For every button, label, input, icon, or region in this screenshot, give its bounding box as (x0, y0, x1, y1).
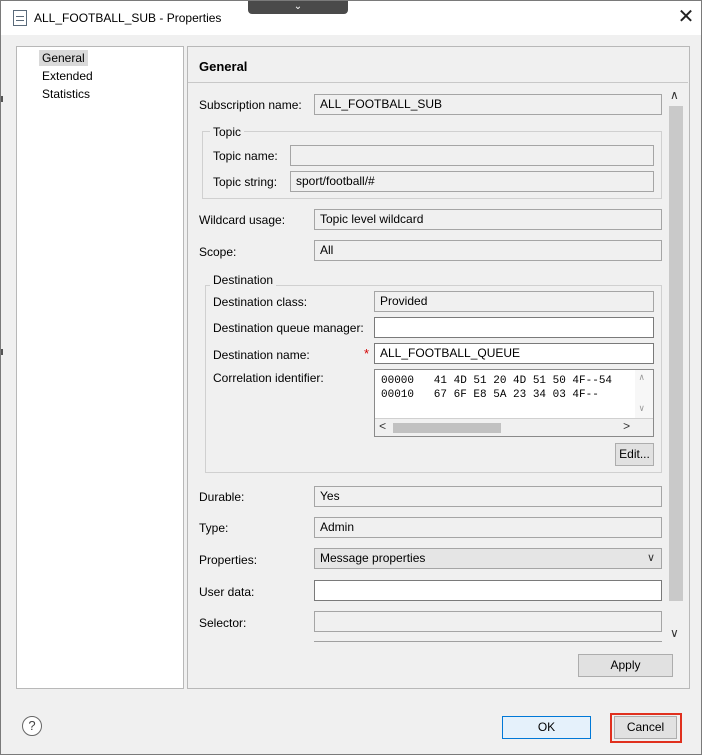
wildcard-usage-field[interactable]: Topic level wildcard (314, 209, 662, 230)
cancel-highlight-box (610, 713, 682, 743)
subscription-name-label: Subscription name: (199, 98, 302, 112)
user-data-label: User data: (199, 585, 255, 599)
content-bottom-divider (314, 641, 662, 642)
general-page: General Subscription name: ALL_FOOTBALL_… (187, 46, 690, 689)
left-edge-mark (1, 349, 3, 355)
selector-field[interactable] (314, 611, 662, 632)
hex-horizontal-scrollbar[interactable]: < > (375, 418, 653, 436)
destination-class-field[interactable]: Provided (374, 291, 654, 312)
type-label: Type: (199, 521, 229, 535)
title-divider (188, 82, 688, 83)
scroll-up-icon[interactable]: ∧ (670, 88, 679, 102)
hex-line: 00010 67 6F E8 5A 23 34 03 4F-- (381, 389, 599, 401)
scroll-down-icon[interactable]: ∨ (670, 626, 679, 640)
properties-label: Properties: (199, 553, 258, 567)
page-vertical-scrollbar[interactable]: ∧ ∨ (668, 86, 684, 646)
correlation-id-hex-viewer[interactable]: 00000 41 4D 51 20 4D 51 50 4F--54 00010 … (374, 369, 654, 437)
scroll-left-icon[interactable]: < (379, 420, 386, 434)
destination-group-label: Destination (210, 273, 277, 287)
durable-label: Durable: (199, 490, 245, 504)
scroll-thumb[interactable] (393, 423, 501, 433)
correlation-id-label: Correlation identifier: (213, 371, 324, 385)
nav-tree: General Extended Statistics (16, 46, 184, 689)
hex-line: 00000 41 4D 51 20 4D 51 50 4F--54 (381, 375, 613, 387)
scroll-down-icon[interactable]: ∨ (639, 404, 644, 414)
close-icon[interactable]: ✕ (673, 6, 699, 30)
properties-select-value: Message properties (320, 551, 426, 565)
nav-item-general[interactable]: General (39, 50, 88, 66)
chevron-down-icon: ∨ (646, 552, 655, 564)
help-icon[interactable]: ? (22, 716, 42, 736)
page-title: General (199, 59, 248, 74)
nav-item-extended[interactable]: Extended (39, 68, 96, 84)
required-marker: * (364, 346, 370, 361)
selector-label: Selector: (199, 616, 247, 630)
destination-qmgr-label: Destination queue manager: (213, 321, 364, 335)
left-edge-mark (1, 96, 3, 102)
properties-select[interactable]: Message properties ∨ (314, 548, 662, 569)
chevron-down-icon[interactable]: ⌄ (248, 1, 348, 14)
scroll-thumb[interactable] (669, 106, 683, 601)
title-bar: ALL_FOOTBALL_SUB - Properties ⌄ ✕ (1, 1, 701, 35)
scope-field[interactable]: All (314, 240, 662, 261)
properties-dialog: ALL_FOOTBALL_SUB - Properties ⌄ ✕ Genera… (0, 0, 702, 755)
type-field[interactable]: Admin (314, 517, 662, 538)
ok-button[interactable]: OK (502, 716, 591, 739)
topic-name-label: Topic name: (213, 149, 278, 163)
topic-string-field[interactable]: sport/football/# (290, 171, 654, 192)
wildcard-usage-label: Wildcard usage: (199, 213, 286, 227)
user-data-input[interactable] (314, 580, 662, 601)
durable-field[interactable]: Yes (314, 486, 662, 507)
nav-item-statistics[interactable]: Statistics (39, 86, 93, 102)
subscription-name-field[interactable]: ALL_FOOTBALL_SUB (314, 94, 662, 115)
destination-qmgr-input[interactable] (374, 317, 654, 338)
topic-string-label: Topic string: (213, 175, 278, 189)
topic-name-field[interactable] (290, 145, 654, 166)
destination-name-label: Destination name: (213, 348, 310, 362)
apply-button[interactable]: Apply (578, 654, 673, 677)
destination-class-label: Destination class: (213, 295, 308, 309)
hex-vertical-scrollbar[interactable]: ∧ ∨ (635, 370, 653, 418)
edit-correlation-button[interactable]: Edit... (615, 443, 654, 466)
window-title: ALL_FOOTBALL_SUB - Properties (34, 11, 222, 25)
scroll-up-icon[interactable]: ∧ (639, 373, 644, 383)
scope-label: Scope: (199, 245, 237, 259)
scroll-right-icon[interactable]: > (623, 420, 630, 434)
destination-name-input[interactable]: ALL_FOOTBALL_QUEUE (374, 343, 654, 364)
document-icon (13, 10, 27, 26)
topic-group-label: Topic (210, 125, 245, 139)
